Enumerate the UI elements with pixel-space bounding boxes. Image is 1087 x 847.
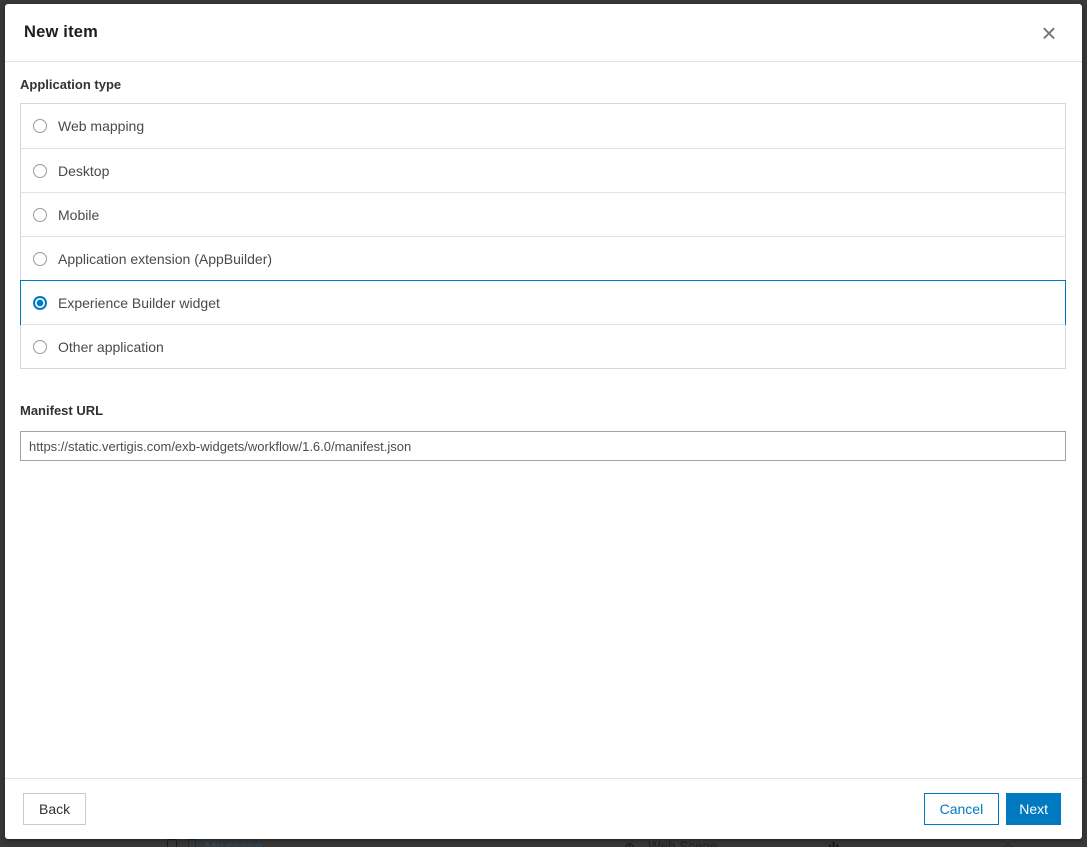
option-label: Other application: [58, 338, 164, 355]
close-icon[interactable]: ×: [1035, 19, 1063, 47]
application-type-option[interactable]: Experience Builder widget: [20, 280, 1066, 325]
radio-icon: [33, 339, 47, 354]
application-type-option[interactable]: Mobile: [21, 192, 1065, 236]
application-type-option[interactable]: Web mapping: [21, 104, 1065, 148]
option-label: Desktop: [58, 162, 110, 179]
application-type-list: Web mapping Desktop Mobile Application e…: [20, 103, 1066, 369]
background-item-type: Web Scene: [648, 839, 718, 847]
application-type-option[interactable]: Application extension (AppBuilder): [21, 236, 1065, 280]
option-label: Web mapping: [58, 118, 145, 134]
screen: My scene ⊕ Web Scene ılı ☆ ••• New item …: [0, 0, 1087, 847]
manifest-url-input[interactable]: [20, 431, 1066, 461]
background-content-row: My scene ⊕ Web Scene ılı ☆ •••: [0, 839, 1087, 847]
new-item-dialog: New item × Application type Web mapping …: [5, 4, 1082, 839]
row-checkbox: [167, 839, 177, 847]
dialog-title: New item: [24, 23, 99, 41]
option-label: Application extension (AppBuilder): [58, 250, 273, 267]
ellipsis-icon: •••: [1036, 841, 1047, 847]
back-button[interactable]: Back: [23, 793, 87, 825]
radio-icon: [33, 295, 47, 310]
web-scene-icon: ⊕: [624, 840, 635, 847]
application-type-label: Application type: [20, 77, 122, 92]
radio-icon: [33, 119, 47, 133]
next-button[interactable]: Next: [1006, 793, 1061, 825]
cancel-button[interactable]: Cancel: [923, 793, 1000, 825]
radio-icon: [33, 163, 47, 178]
radio-icon: [33, 207, 47, 222]
option-label: Mobile: [58, 206, 100, 223]
application-type-option[interactable]: Desktop: [21, 148, 1065, 192]
item-thumbnail-icon: [188, 839, 196, 847]
manifest-url-label: Manifest URL: [20, 403, 104, 418]
usage-chart-icon: ılı: [828, 840, 839, 847]
option-label: Experience Builder widget: [58, 294, 220, 311]
application-type-option[interactable]: Other application: [21, 324, 1065, 368]
star-icon: ☆: [1002, 840, 1014, 847]
dialog-header: New item ×: [5, 4, 1082, 62]
radio-icon: [33, 251, 47, 266]
dialog-body: Application type Web mapping Desktop Mob…: [5, 77, 1082, 461]
background-item-title: My scene: [205, 839, 263, 847]
dialog-footer: Back Cancel Next: [5, 778, 1082, 839]
